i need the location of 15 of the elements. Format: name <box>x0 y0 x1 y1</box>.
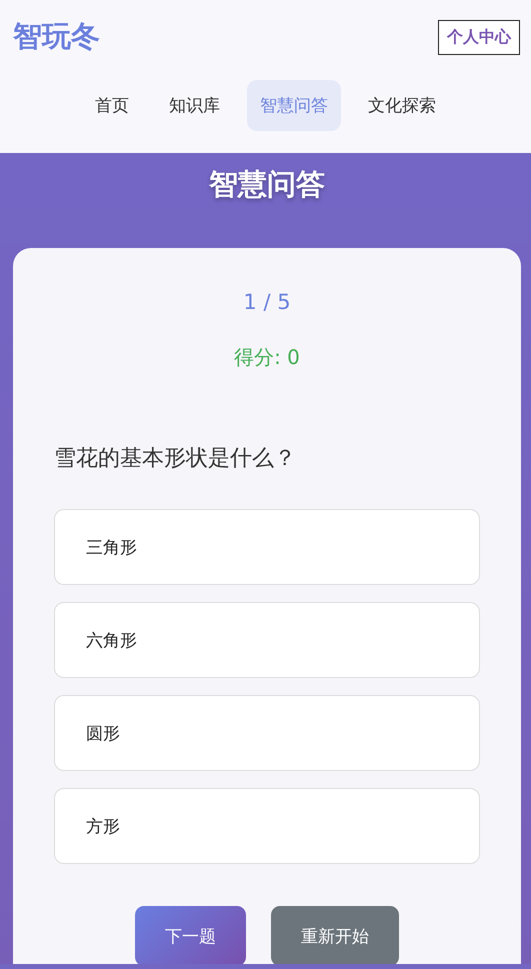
restart-button[interactable]: 重新开始 <box>271 906 399 964</box>
nav-tab[interactable]: 首页 <box>82 80 142 131</box>
answer-option[interactable]: 圆形 <box>54 695 480 771</box>
answer-option[interactable]: 六角形 <box>54 602 480 678</box>
answer-option[interactable]: 方形 <box>54 788 480 864</box>
nav-tab[interactable]: 文化探索 <box>355 80 449 131</box>
answer-option[interactable]: 三角形 <box>54 509 480 585</box>
profile-button[interactable]: 个人中心 <box>438 20 520 54</box>
next-button[interactable]: 下一题 <box>135 906 246 964</box>
question-text: 雪花的基本形状是什么？ <box>54 445 297 473</box>
page-title: 智慧问答 <box>209 166 325 203</box>
score-text: 得分: 0 <box>233 344 301 371</box>
progress-text: 1 / 5 <box>242 290 292 314</box>
nav-tab[interactable]: 知识库 <box>156 80 233 131</box>
logo: 智玩冬 <box>13 18 100 55</box>
